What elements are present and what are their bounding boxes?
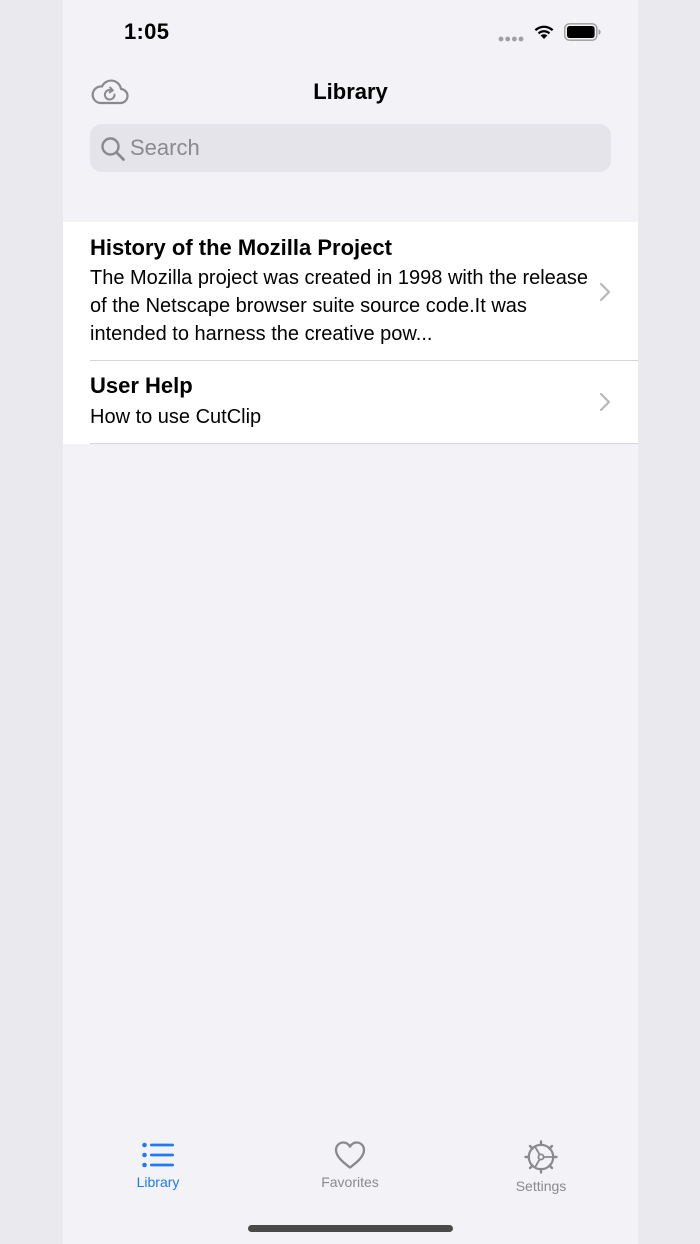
page-title: Library bbox=[313, 79, 388, 104]
item-preview: The Mozilla project was created in 1998 … bbox=[90, 267, 589, 345]
tab-label: Favorites bbox=[321, 1174, 379, 1190]
navigation-bar: Library bbox=[63, 64, 638, 120]
home-indicator[interactable] bbox=[248, 1225, 453, 1232]
search-icon bbox=[101, 137, 125, 161]
search-bar[interactable] bbox=[90, 124, 611, 172]
search-input[interactable] bbox=[130, 124, 600, 172]
tab-label: Settings bbox=[515, 1178, 567, 1194]
battery-icon bbox=[564, 23, 601, 41]
heart-icon bbox=[334, 1141, 366, 1169]
status-bar: 1:05 bbox=[63, 0, 638, 64]
library-list: History of the Mozilla Project The Mozil… bbox=[63, 222, 638, 444]
item-title: User Help bbox=[90, 373, 193, 398]
chevron-right-icon bbox=[599, 282, 611, 302]
gear-icon bbox=[524, 1140, 558, 1174]
tab-settings[interactable]: Settings bbox=[471, 1140, 611, 1204]
tab-label: Library bbox=[136, 1174, 180, 1190]
item-preview: How to use CutClip bbox=[90, 406, 262, 428]
list-item[interactable]: History of the Mozilla Project The Mozil… bbox=[63, 222, 638, 361]
list-item[interactable]: User Help How to use CutClip bbox=[63, 361, 638, 444]
item-title: History of the Mozilla Project bbox=[90, 235, 392, 260]
wifi-icon bbox=[534, 25, 554, 39]
cellular-signal-icon bbox=[498, 36, 524, 42]
row-divider bbox=[90, 443, 638, 444]
status-time: 1:05 bbox=[124, 19, 170, 44]
list-icon bbox=[142, 1142, 174, 1168]
app-screen: 1:05 Library Search History of the Mozil… bbox=[63, 0, 638, 1244]
tab-favorites[interactable]: Favorites bbox=[280, 1140, 420, 1204]
chevron-right-icon bbox=[599, 392, 611, 412]
tab-library[interactable]: Library bbox=[88, 1140, 228, 1204]
